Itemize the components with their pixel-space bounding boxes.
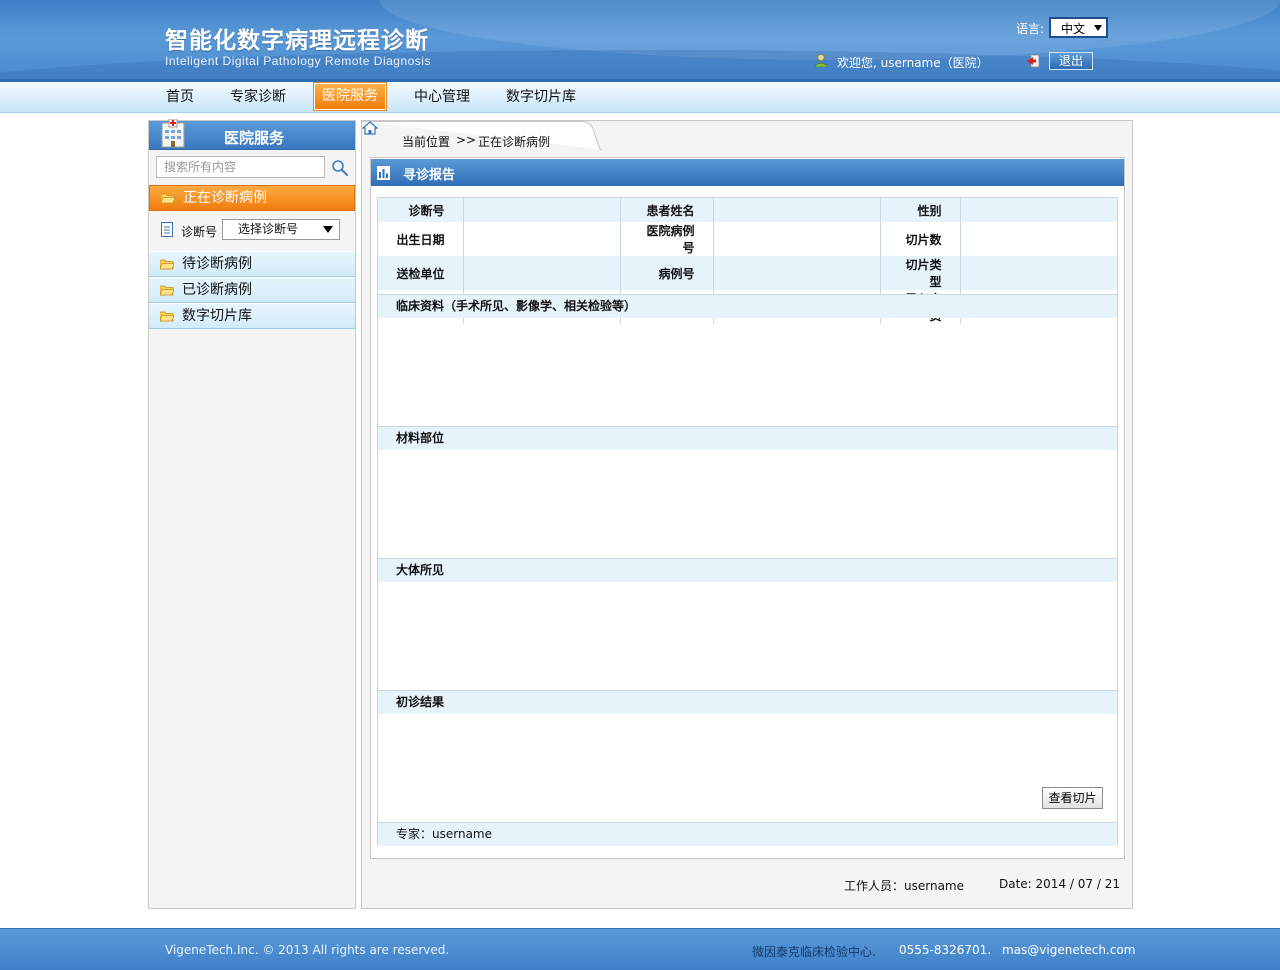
chevron-down-icon — [323, 226, 333, 233]
chevron-down-icon — [1094, 25, 1102, 31]
diagnosis-number-row: 诊断号 选择诊断号 — [149, 217, 355, 245]
language-value: 中文 — [1061, 22, 1086, 36]
section-title: 初诊结果 — [378, 690, 1117, 714]
sidebar-item-label: 数字切片库 — [182, 308, 252, 324]
field-label: 切片数 — [880, 222, 961, 256]
table-row: 诊断号 患者姓名 性别 — [378, 198, 1117, 222]
table-row: 出生日期 医院病例号 切片数 — [378, 222, 1117, 256]
breadcrumb-separator: >> — [456, 133, 477, 147]
welcome-text: 欢迎您, username（医院） — [837, 56, 989, 70]
field-label: 出生日期 — [378, 222, 464, 256]
copyright-text: VigeneTech.Inc. © 2013 All rights are re… — [165, 943, 450, 957]
logout-button[interactable]: 退出 — [1049, 52, 1093, 70]
report-date: Date: 2014 / 07 / 21 — [999, 877, 1120, 891]
field-label: 病例号 — [620, 256, 714, 290]
sidebar-header: 医院服务 — [149, 119, 355, 150]
user-icon — [814, 53, 828, 67]
search-icon[interactable] — [331, 159, 349, 177]
lab-center-name: 微因泰克临床检验中心. — [752, 945, 876, 959]
sidebar-item-label: 已诊断病例 — [182, 282, 252, 298]
nav-expert-diagnosis[interactable]: 专家诊断 — [230, 82, 286, 112]
staff-name: 工作人员：username — [844, 879, 964, 893]
field-value — [713, 198, 881, 222]
app-header: 智能化数字病理远程诊断 Inteligent Digital Pathology… — [0, 0, 1280, 82]
logout-icon[interactable] — [1026, 54, 1040, 68]
table-row: 送检单位 病例号 切片类型 — [378, 256, 1117, 290]
field-value — [463, 198, 621, 222]
contact-email-link[interactable]: mas@vigenetech.com — [1002, 943, 1135, 957]
app-subtitle: Inteligent Digital Pathology Remote Diag… — [165, 54, 431, 68]
sidebar-item-in-diagnosis[interactable]: 正在诊断病例 — [149, 185, 355, 211]
nav-digital-slide-library[interactable]: 数字切片库 — [506, 82, 576, 112]
diagnosis-number-value: 选择诊断号 — [238, 222, 299, 236]
field-label: 诊断号 — [378, 198, 464, 222]
breadcrumb: 当前位置 >> 正在诊断病例 — [362, 121, 602, 150]
home-icon[interactable] — [362, 121, 378, 135]
field-label: 切片类型 — [880, 256, 961, 290]
section-title: 大体所见 — [378, 558, 1117, 582]
preliminary-result-section: 初诊结果 查看切片 — [378, 690, 1117, 822]
nav-hospital-service[interactable]: 医院服务 — [313, 82, 387, 111]
field-label: 性别 — [880, 198, 961, 222]
sidebar-item-pending[interactable]: 待诊断病例 — [149, 251, 355, 277]
contact-phone: 0555-8326701. — [899, 943, 992, 957]
language-select[interactable]: 中文 — [1049, 17, 1108, 38]
expert-name: 专家：username — [378, 822, 1117, 846]
section-title: 材料部位 — [378, 426, 1117, 450]
folder-open-icon — [160, 259, 174, 270]
report-panel: 寻诊报告 诊断号 患者姓名 性别 出生日期 医院病例号 切片数 送检单位 病例号… — [370, 157, 1125, 859]
sidebar: 医院服务 正在诊断病例 诊断号 选择诊断号 待诊断病例 — [148, 119, 356, 909]
nav-center-management[interactable]: 中心管理 — [414, 82, 470, 112]
diagnosis-report: 诊断号 患者姓名 性别 出生日期 医院病例号 切片数 送检单位 病例号 切片类型… — [377, 197, 1118, 846]
breadcrumb-current: 正在诊断病例 — [478, 135, 551, 149]
field-value — [463, 222, 621, 256]
clinical-data-section: 临床资料（手术所见、影像学、相关检验等） — [378, 294, 1117, 426]
field-value — [960, 198, 1117, 222]
field-value — [713, 256, 881, 290]
sidebar-item-diagnosed[interactable]: 已诊断病例 — [149, 277, 355, 303]
app-footer: VigeneTech.Inc. © 2013 All rights are re… — [0, 928, 1280, 970]
field-value — [463, 256, 621, 290]
folder-open-icon — [160, 311, 174, 322]
field-value — [960, 256, 1117, 290]
sidebar-item-slide-library[interactable]: 数字切片库 — [149, 303, 355, 329]
sidebar-title: 医院服务 — [224, 129, 285, 147]
report-panel-header: 寻诊报告 — [371, 159, 1124, 186]
field-label: 患者姓名 — [620, 198, 714, 222]
hospital-icon — [161, 119, 185, 148]
report-title: 寻诊报告 — [403, 168, 456, 183]
breadcrumb-label: 当前位置 — [402, 135, 451, 149]
view-slides-button[interactable]: 查看切片 — [1042, 787, 1103, 809]
diagnosis-number-label: 诊断号 — [181, 225, 218, 239]
sidebar-search-input[interactable] — [156, 156, 325, 178]
main-nav: 首页 专家诊断 医院服务 中心管理 数字切片库 — [0, 82, 1280, 113]
language-label: 语言: — [1016, 22, 1045, 36]
sidebar-item-label: 待诊断病例 — [182, 256, 252, 272]
report-chart-icon — [377, 166, 390, 180]
folder-open-icon — [160, 285, 174, 296]
main-content: 当前位置 >> 正在诊断病例 寻诊报告 诊断号 患者姓名 性别 出生日期 医院病… — [361, 120, 1133, 909]
material-site-section: 材料部位 — [378, 426, 1117, 558]
gross-findings-section: 大体所见 — [378, 558, 1117, 690]
app-title: 智能化数字病理远程诊断 — [165, 28, 429, 54]
sidebar-item-label: 正在诊断病例 — [183, 190, 267, 206]
diagnosis-number-select[interactable]: 选择诊断号 — [222, 219, 340, 240]
nav-home[interactable]: 首页 — [166, 82, 194, 112]
field-value — [960, 222, 1117, 256]
field-label: 送检单位 — [378, 256, 464, 290]
field-value — [713, 222, 881, 256]
document-icon — [161, 222, 173, 237]
field-label: 医院病例号 — [620, 222, 714, 256]
folder-open-icon — [161, 193, 175, 204]
section-title: 临床资料（手术所见、影像学、相关检验等） — [378, 294, 1117, 318]
